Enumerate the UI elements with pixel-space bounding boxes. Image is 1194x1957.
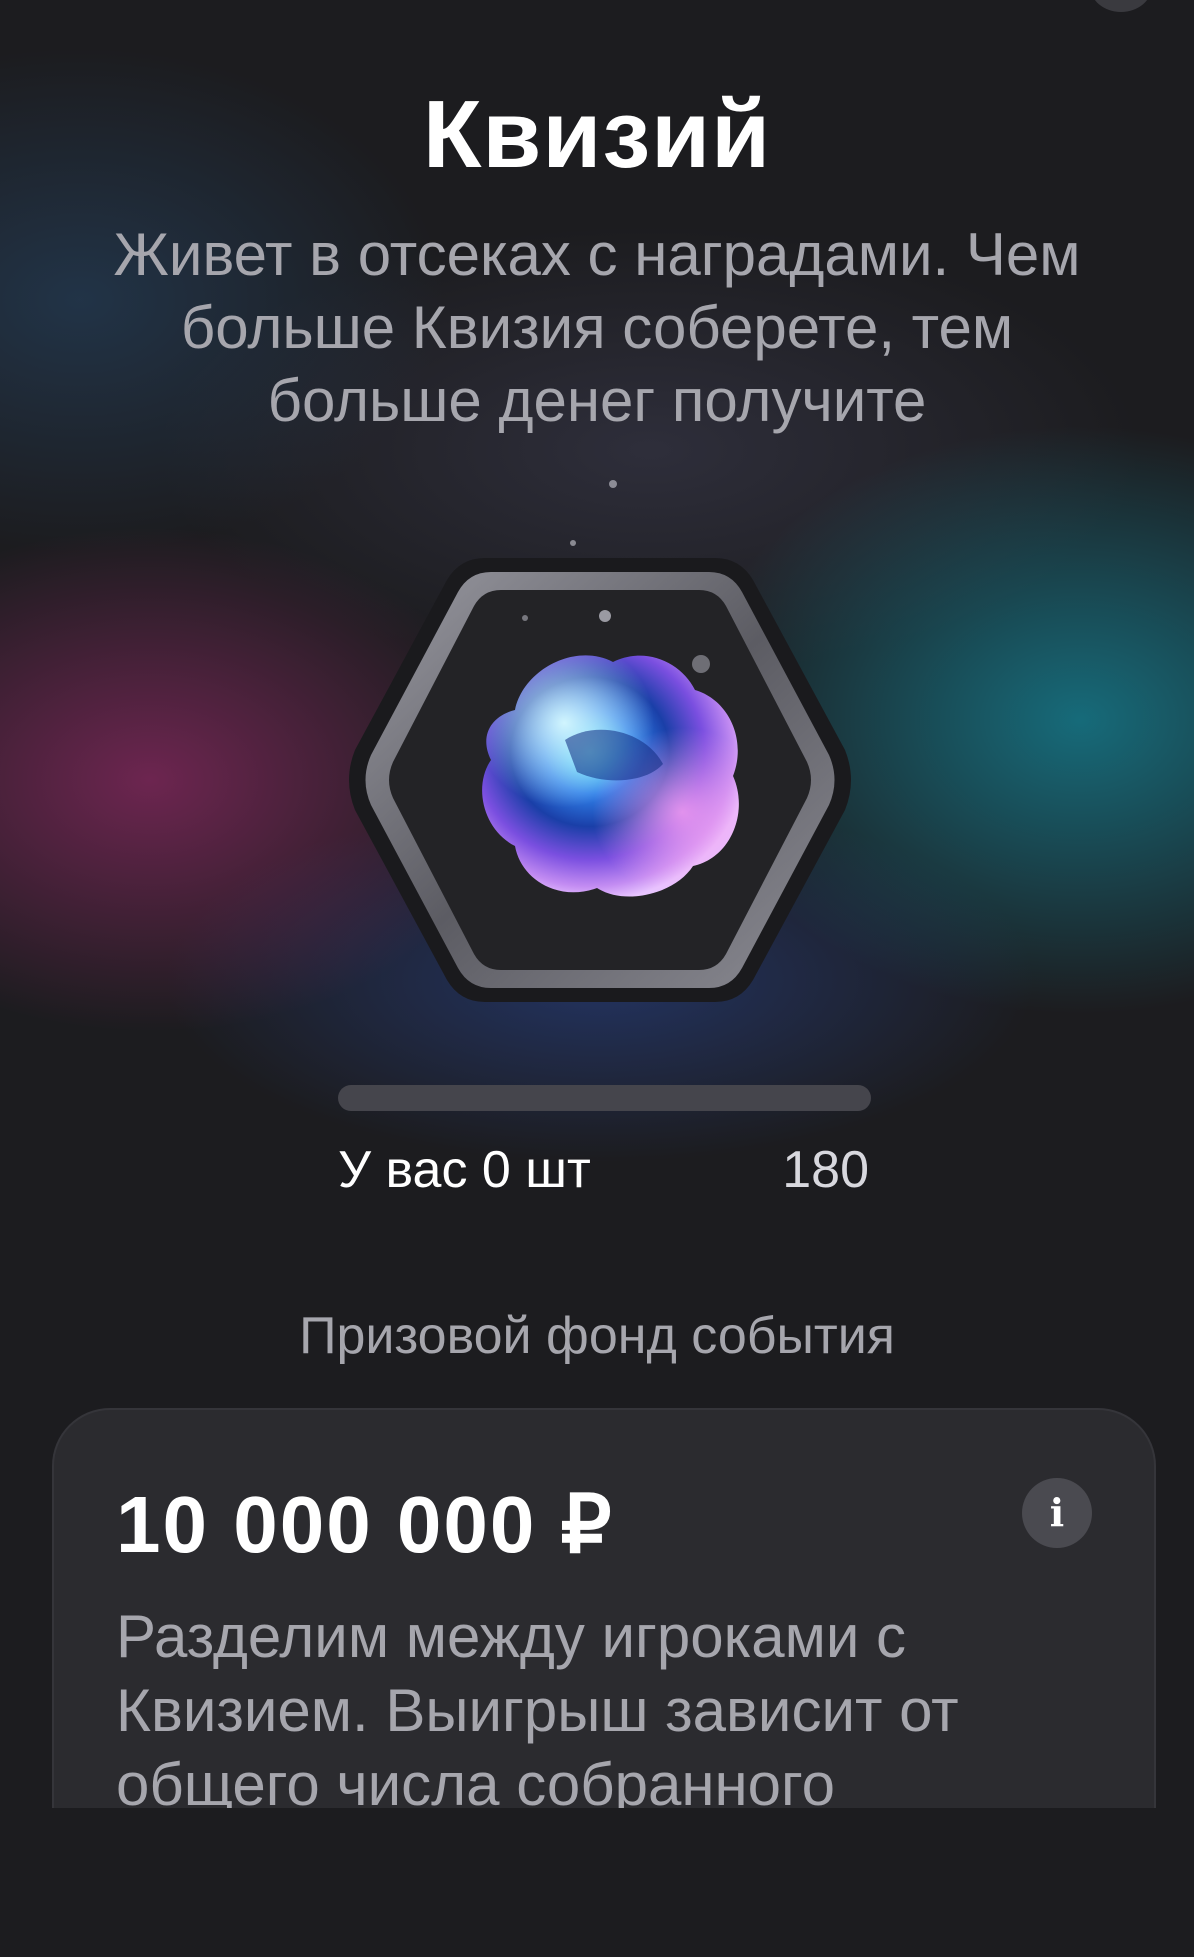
item-badge xyxy=(345,550,855,1010)
sparkle-dot xyxy=(570,540,576,546)
owned-count: У вас 0 шт xyxy=(338,1141,591,1199)
item-description: Живет в отсеках с наградами. Чем больше … xyxy=(113,221,1081,434)
sparkle-dot xyxy=(609,480,617,488)
prize-fund-title: Призовой фонд события xyxy=(299,1307,895,1365)
prize-amount: 10 000 000 ₽ xyxy=(116,1480,614,1569)
collection-progress-bar xyxy=(338,1085,871,1111)
sparkle-dot xyxy=(599,610,611,622)
page-title: Квизий xyxy=(422,81,772,188)
sparkle-dot xyxy=(692,655,710,673)
info-icon: i xyxy=(1049,1490,1065,1535)
goal-count: 180 xyxy=(782,1141,869,1199)
info-button[interactable]: i xyxy=(1022,1478,1092,1548)
prize-fund-card: 10 000 000 ₽ i Разделим между игроками с… xyxy=(52,1408,1156,1808)
sparkle-dot xyxy=(522,615,528,621)
hexagon-frame-icon xyxy=(349,558,851,1002)
close-button[interactable] xyxy=(1090,0,1152,12)
quiz-item-screen: Квизий Живет в отсеках с наградами. Чем … xyxy=(0,0,1194,1957)
prize-description: Разделим между игроками с Квизием. Выигр… xyxy=(116,1603,959,1808)
